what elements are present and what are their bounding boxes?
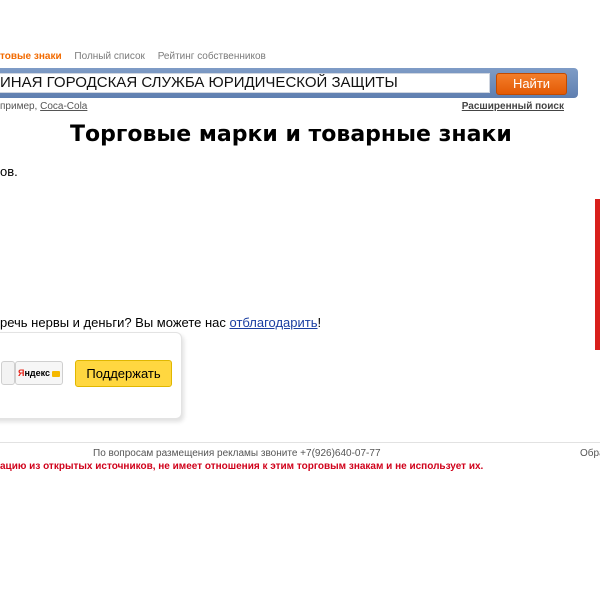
yandex-logo-text: ндекс xyxy=(24,368,50,378)
ads-contact-text: По вопросам размещения рекламы звоните +… xyxy=(93,448,381,459)
search-example-link[interactable]: Coca-Cola xyxy=(40,101,87,112)
advanced-search-link[interactable]: Расширенный поиск xyxy=(462,101,564,112)
red-banner-edge[interactable] xyxy=(595,199,600,350)
top-navigation: товые знаки Полный список Рейтинг собств… xyxy=(0,51,266,62)
payment-option-button[interactable] xyxy=(1,361,15,385)
footer-right-fragment: Обра xyxy=(580,448,600,459)
disclaimer-text: ацию из открытых источников, не имеет от… xyxy=(0,461,484,472)
support-button[interactable]: Поддержать xyxy=(75,360,172,387)
support-text-after: ! xyxy=(317,315,322,330)
search-example-prefix: пример, xyxy=(0,101,41,112)
search-bar: ИНАЯ ГОРОДСКАЯ СЛУЖБА ЮРИДИЧЕСКОЙ ЗАЩИТЫ… xyxy=(0,68,578,98)
nav-trademarks[interactable]: товые знаки xyxy=(0,51,62,62)
yandex-money-button[interactable]: Яндекс xyxy=(15,361,63,385)
support-text: речь нервы и деньги? Вы можете нас отбла… xyxy=(0,315,321,330)
search-input[interactable]: ИНАЯ ГОРОДСКАЯ СЛУЖБА ЮРИДИЧЕСКОЙ ЗАЩИТЫ xyxy=(0,73,490,93)
thank-link[interactable]: отблагодарить xyxy=(230,315,318,330)
support-text-before: речь нервы и деньги? Вы можете нас xyxy=(0,315,230,330)
donate-panel: Яндекс Поддержать xyxy=(0,332,182,419)
page: товые знаки Полный список Рейтинг собств… xyxy=(0,0,600,600)
nav-full-list[interactable]: Полный список xyxy=(74,51,145,62)
search-example: пример, Coca-Cola xyxy=(0,101,87,112)
footer-divider xyxy=(0,442,600,443)
text-fragment: ов. xyxy=(0,164,18,179)
page-title: Торговые марки и товарные знаки xyxy=(70,122,512,147)
search-button[interactable]: Найти xyxy=(496,73,567,95)
wallet-icon xyxy=(52,370,60,377)
nav-owners-rating[interactable]: Рейтинг собственников xyxy=(158,51,266,62)
